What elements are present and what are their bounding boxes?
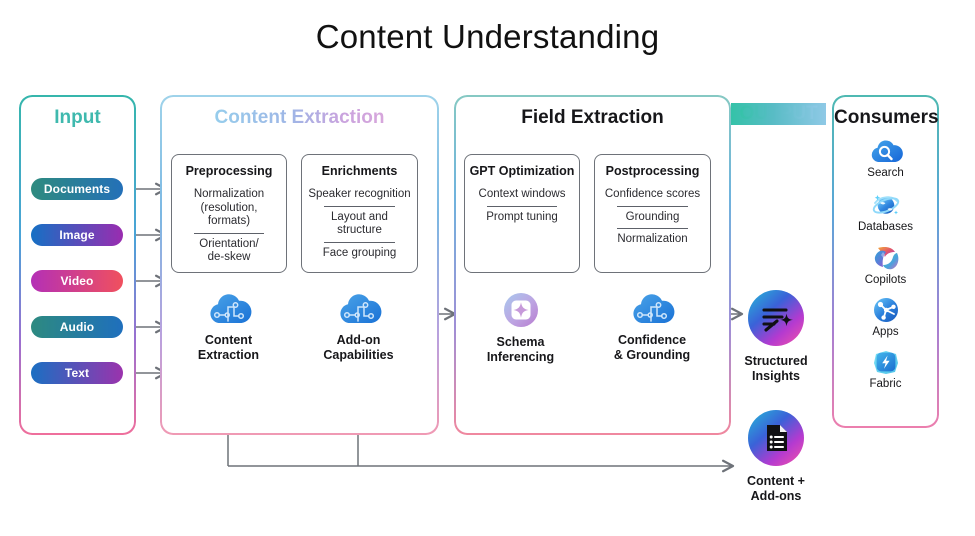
consumer-item-search-label: Search: [867, 167, 904, 179]
output-label-text: OUTPUT: [739, 103, 818, 124]
node-content-extraction-caption: Content Extraction: [197, 333, 260, 362]
subbox-postprocessing-line-2: Normalization: [617, 233, 688, 245]
subbox-enrichments-line-1: Layout and structure: [331, 210, 388, 237]
node-schema-inferencing-caption: Schema Inferencing: [486, 335, 555, 364]
subbox-postprocessing-line-1: Grounding: [625, 210, 680, 223]
document-addons-icon: [726, 408, 826, 468]
subbox-gpt-optimization-line-0: Context windows: [478, 188, 566, 200]
subbox-preprocessing: Preprocessing Normalization (resolution,…: [171, 154, 287, 273]
consumer-item-databases[interactable]: Databases: [833, 190, 938, 233]
apps-sphere-icon: [833, 295, 938, 325]
node-structured-insights[interactable]: Structured Insights: [726, 288, 826, 384]
database-planet-icon: [833, 190, 938, 220]
consumer-item-databases-label: Databases: [858, 221, 913, 233]
panel-input-title: Input: [54, 107, 101, 128]
node-addon-capabilities[interactable]: Add-on Capabilities: [316, 290, 401, 363]
subbox-enrichments-line-0: Speaker recognition: [308, 188, 411, 200]
panel-content-extraction-title-text: Content Extraction: [214, 107, 385, 128]
divider: [193, 232, 265, 234]
node-content-addons-caption: Content + Add-ons: [747, 474, 805, 503]
subbox-gpt-optimization-line-1: Prompt tuning: [486, 210, 558, 223]
subbox-preprocessing-line-1: Orientation/ de-skew: [199, 237, 259, 264]
panel-field-extraction-title: Field Extraction: [521, 107, 664, 128]
divider: [323, 205, 396, 207]
subbox-postprocessing: Postprocessing Confidence scores Groundi…: [594, 154, 711, 273]
subbox-postprocessing-line-0: Confidence scores: [604, 188, 701, 200]
node-addon-capabilities-caption: Add-on Capabilities: [323, 333, 394, 362]
consumer-item-fabric[interactable]: Fabric: [833, 347, 938, 390]
subbox-gpt-optimization-title: GPT Optimization: [469, 164, 575, 178]
consumer-item-apps-label: Apps: [872, 326, 899, 338]
copilot-ribbon-icon: [833, 243, 938, 273]
consumer-item-fabric-label: Fabric: [869, 378, 902, 390]
subbox-enrichments: Enrichments Speaker recognition Layout a…: [301, 154, 418, 273]
node-confidence-grounding-caption: Confidence & Grounding: [613, 333, 691, 362]
subbox-gpt-optimization: GPT Optimization Context windows Prompt …: [464, 154, 580, 273]
consumer-item-copilots-label: Copilots: [864, 274, 907, 286]
consumer-item-copilots[interactable]: Copilots: [833, 243, 938, 286]
divider: [486, 205, 558, 207]
panel-content-extraction-title: Content Extraction: [162, 107, 437, 129]
cloud-circuit-icon: [186, 290, 271, 328]
divider: [616, 228, 689, 229]
subbox-enrichments-line-2: Face grouping: [322, 246, 397, 259]
node-confidence-grounding[interactable]: Confidence & Grounding: [608, 290, 696, 363]
divider: [323, 241, 396, 243]
consumer-item-search[interactable]: Search: [833, 138, 938, 179]
sparkle-circle-icon: [478, 290, 563, 330]
input-pill-image[interactable]: Image: [31, 224, 123, 246]
cloud-circuit-icon: [316, 290, 401, 328]
divider: [616, 205, 689, 207]
node-content-extraction[interactable]: Content Extraction: [186, 290, 271, 363]
input-pill-audio[interactable]: Audio: [31, 316, 123, 338]
input-pill-text[interactable]: Text: [31, 362, 123, 384]
diagram-canvas: Content Understanding Input Documents Im…: [0, 0, 975, 536]
subbox-preprocessing-title: Preprocessing: [185, 164, 273, 178]
structured-insights-icon: [726, 288, 826, 348]
consumer-item-apps[interactable]: Apps: [833, 295, 938, 338]
input-pill-documents[interactable]: Documents: [31, 178, 123, 200]
search-cloud-icon: [833, 138, 938, 166]
output-label: OUTPUT: [731, 103, 826, 125]
node-schema-inferencing[interactable]: Schema Inferencing: [478, 290, 563, 365]
node-content-addons[interactable]: Content + Add-ons: [726, 408, 826, 504]
subbox-postprocessing-title: Postprocessing: [605, 164, 700, 178]
subbox-preprocessing-line-0: Normalization (resolution, formats): [193, 188, 265, 227]
fabric-bolt-icon: [833, 347, 938, 377]
cloud-circuit-icon: [608, 290, 696, 328]
subbox-enrichments-title: Enrichments: [321, 164, 398, 178]
input-pill-video[interactable]: Video: [31, 270, 123, 292]
node-structured-insights-caption: Structured Insights: [744, 354, 808, 383]
panel-consumers-title: Consumers: [834, 107, 939, 128]
